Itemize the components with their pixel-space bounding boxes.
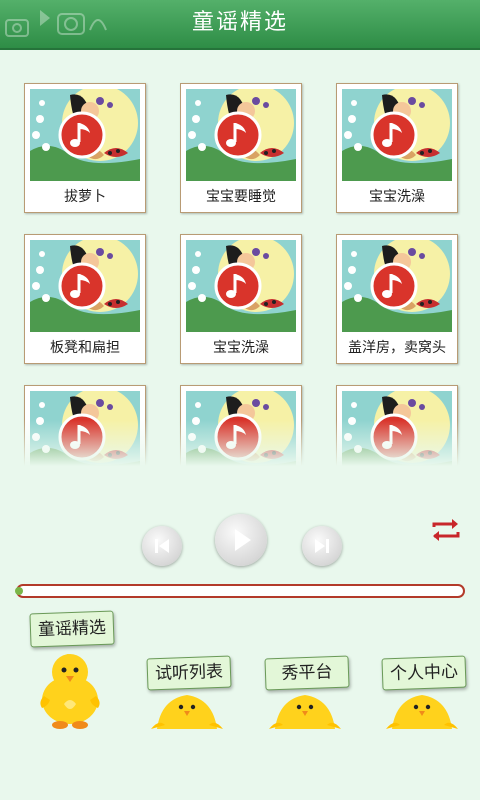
song-thumbnail <box>342 240 452 332</box>
tab-listen-list[interactable]: 试听列表 <box>145 655 235 735</box>
chick-peek-icon <box>151 695 223 729</box>
song-artwork <box>342 89 452 181</box>
song-artwork <box>186 240 296 332</box>
song-grid[interactable]: 拔萝卜 宝宝要睡觉 宝宝洗澡 板凳和扁担 宝宝洗澡 盖洋房，卖窝头 <box>0 80 480 466</box>
play-icon <box>235 529 251 551</box>
song-thumbnail <box>186 240 296 332</box>
next-icon <box>315 539 329 553</box>
song-card[interactable]: 拔萝卜 <box>24 83 146 213</box>
grid-fade-overlay <box>0 420 480 466</box>
song-title: 宝宝洗澡 <box>369 189 425 205</box>
song-thumbnail <box>30 240 140 332</box>
page-title: 童谣精选 <box>191 10 288 35</box>
tab-song-selection[interactable]: 童谣精选 <box>26 610 126 730</box>
chick-peek-icon <box>269 695 341 729</box>
song-title: 宝宝洗澡 <box>213 340 269 356</box>
previous-icon <box>155 539 169 553</box>
song-card[interactable]: 宝宝洗澡 <box>336 83 458 213</box>
tab-label: 个人中心 <box>381 655 467 691</box>
song-thumbnail <box>186 89 296 181</box>
tab-label: 试听列表 <box>146 655 232 691</box>
tab-label: 秀平台 <box>264 655 350 691</box>
song-artwork <box>30 89 140 181</box>
song-card[interactable]: 板凳和扁担 <box>24 234 146 364</box>
progress-handle[interactable] <box>15 587 23 595</box>
song-card[interactable]: 盖洋房，卖窝头 <box>336 234 458 364</box>
song-title: 宝宝要睡觉 <box>206 189 276 205</box>
song-title: 拔萝卜 <box>64 189 106 205</box>
song-title: 板凳和扁担 <box>50 340 120 356</box>
chick-mascot-icon <box>40 654 100 729</box>
title-bar: 童谣精选 <box>0 0 480 50</box>
play-button[interactable] <box>215 514 267 566</box>
tab-show-platform[interactable]: 秀平台 <box>263 655 353 735</box>
progress-bar[interactable] <box>15 584 465 598</box>
song-card[interactable]: 宝宝要睡觉 <box>180 83 302 213</box>
repeat-icon[interactable] <box>430 518 462 542</box>
song-artwork <box>30 240 140 332</box>
song-artwork <box>186 89 296 181</box>
song-thumbnail <box>30 89 140 181</box>
song-artwork <box>342 240 452 332</box>
song-title: 盖洋房，卖窝头 <box>348 340 446 356</box>
song-card[interactable]: 宝宝洗澡 <box>180 234 302 364</box>
tab-personal-center[interactable]: 个人中心 <box>380 655 470 735</box>
next-button[interactable] <box>302 526 342 566</box>
tab-label: 童谣精选 <box>29 610 115 648</box>
song-thumbnail <box>342 89 452 181</box>
chick-peek-icon <box>386 695 458 729</box>
previous-button[interactable] <box>142 526 182 566</box>
